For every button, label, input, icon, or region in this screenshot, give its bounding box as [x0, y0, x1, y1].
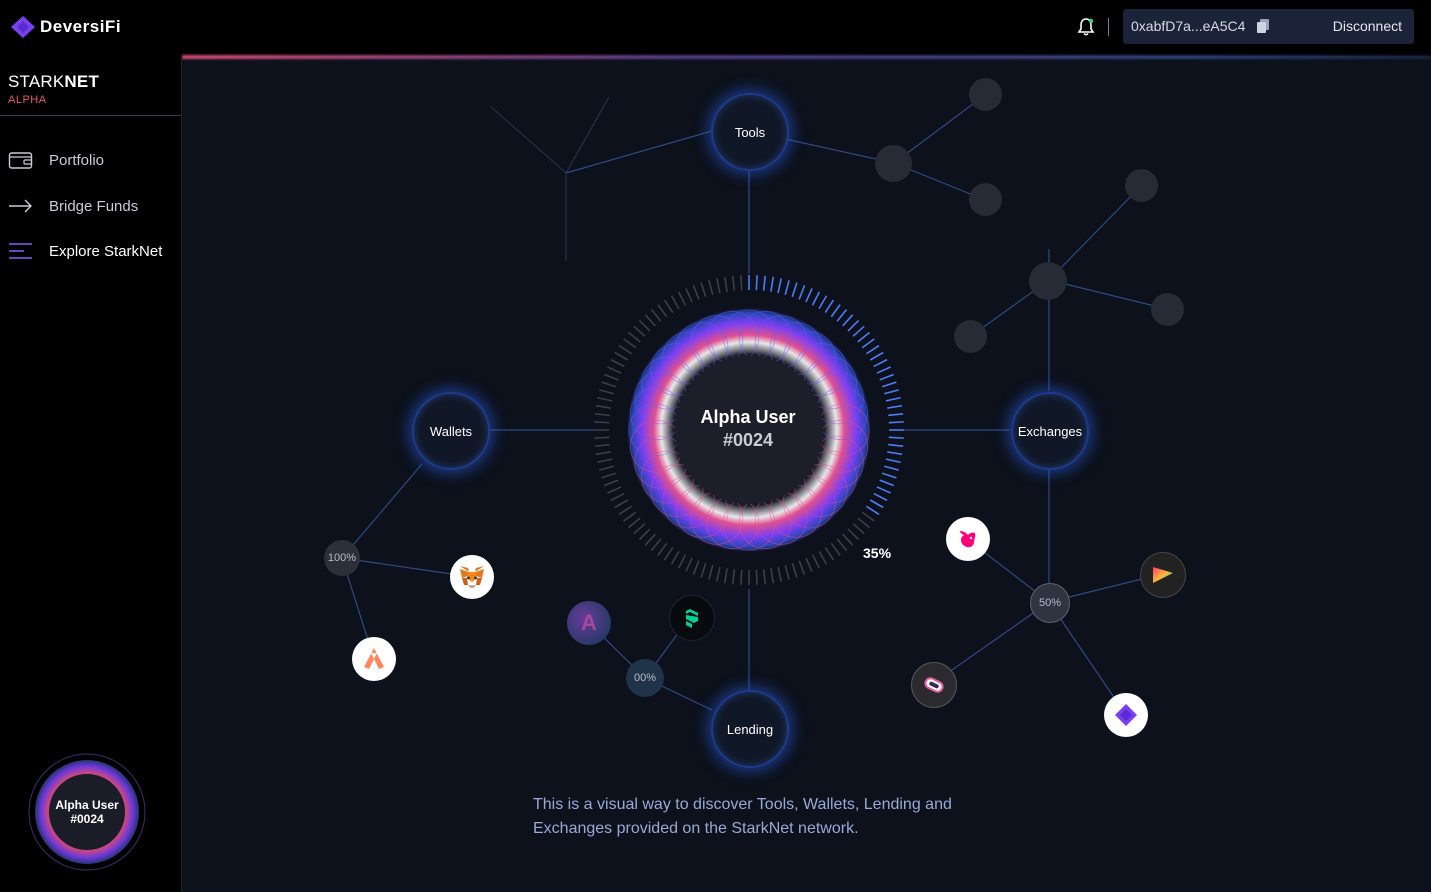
- graph-node: [1151, 293, 1184, 326]
- bell-icon[interactable]: [1076, 17, 1096, 37]
- deversifi-app-icon[interactable]: [1104, 693, 1148, 737]
- copy-icon[interactable]: [1256, 18, 1270, 34]
- brand-name: STARKNET: [8, 72, 99, 92]
- arrow-right-icon: [9, 199, 32, 213]
- wallet-icon: [8, 152, 33, 169]
- sidebar-item-label: Portfolio: [49, 151, 105, 169]
- center-user-label[interactable]: Alpha User #0024: [673, 407, 823, 451]
- user-badge-number: #0024: [70, 812, 104, 826]
- sidebar-item-portfolio[interactable]: Portfolio: [8, 150, 104, 170]
- compound-icon[interactable]: [669, 595, 715, 641]
- user-badge-name: Alpha User: [55, 798, 119, 812]
- menu-lines-icon: [9, 243, 32, 259]
- graph-node: [969, 78, 1002, 111]
- hub-exchanges[interactable]: Exchanges: [1011, 392, 1089, 470]
- zkswap-icon[interactable]: [1140, 552, 1186, 598]
- hub-wallets-label: Wallets: [429, 423, 473, 439]
- sidebar-item-explore-starknet[interactable]: Explore StarkNet: [8, 241, 162, 261]
- hub-wallets[interactable]: Wallets: [412, 392, 490, 470]
- hub-tools[interactable]: Tools: [711, 93, 789, 171]
- hub-tools-label: Tools: [734, 124, 766, 140]
- lending-progress-label: 00%: [633, 672, 657, 684]
- disconnect-button[interactable]: Disconnect: [1333, 18, 1402, 34]
- argent-icon[interactable]: [352, 637, 396, 681]
- explore-graph: Tools Wallets Exchanges Lending Alpha Us…: [182, 59, 1431, 892]
- wallets-progress-node: 100%: [324, 540, 360, 576]
- lending-progress-node: 00%: [626, 659, 664, 697]
- graph-node: [954, 320, 987, 353]
- center-user-name: Alpha User: [700, 407, 796, 427]
- hub-lending-label: Lending: [726, 721, 774, 737]
- top-bar: DeversiFi 0xabfD7a...eA5C4 Disconnect: [0, 0, 1431, 56]
- hub-lending[interactable]: Lending: [711, 690, 789, 768]
- sidebar: STARKNET ALPHA Portfolio Bridge Funds Ex…: [0, 56, 182, 892]
- graph-node: [1125, 169, 1158, 202]
- deversifi-logo[interactable]: DeversiFi: [10, 15, 121, 39]
- header-divider: [1108, 18, 1109, 36]
- sidebar-item-bridge-funds[interactable]: Bridge Funds: [8, 196, 138, 216]
- aave-icon[interactable]: A: [567, 601, 611, 645]
- center-user-number: #0024: [722, 430, 774, 450]
- sidebar-item-label: Bridge Funds: [49, 197, 139, 215]
- sushiswap-icon[interactable]: [911, 662, 957, 708]
- wallet-address: 0xabfD7a...eA5C4: [1131, 18, 1246, 34]
- uniswap-icon[interactable]: [946, 517, 990, 561]
- graph-node: [875, 145, 912, 182]
- deversifi-logo-icon: [11, 16, 35, 38]
- hub-exchanges-label: Exchanges: [1017, 423, 1083, 439]
- brand-name-light: STARK: [8, 72, 65, 91]
- sidebar-divider: [0, 115, 181, 116]
- wallet-panel: 0xabfD7a...eA5C4 Disconnect: [1123, 9, 1414, 44]
- logo-text: DeversiFi: [40, 17, 122, 36]
- wallets-progress-label: 100%: [327, 552, 357, 564]
- graph-node: [969, 183, 1002, 216]
- sidebar-item-label: Explore StarkNet: [49, 242, 163, 260]
- progress-percent: 35%: [863, 545, 892, 561]
- user-badge-text: Alpha User #0024: [27, 752, 147, 872]
- user-avatar-badge[interactable]: Alpha User #0024: [27, 752, 147, 872]
- graph-node: [1029, 262, 1067, 300]
- exchanges-progress-node: 50%: [1030, 583, 1070, 623]
- metamask-icon[interactable]: [450, 555, 494, 599]
- explore-description: This is a visual way to discover Tools, …: [533, 796, 952, 837]
- graph-connections: [341, 94, 1168, 716]
- starknet-brand: STARKNET ALPHA: [8, 72, 99, 106]
- brand-name-bold: NET: [64, 72, 100, 91]
- exchanges-progress-label: 50%: [1038, 597, 1062, 609]
- brand-subtitle: ALPHA: [8, 94, 47, 106]
